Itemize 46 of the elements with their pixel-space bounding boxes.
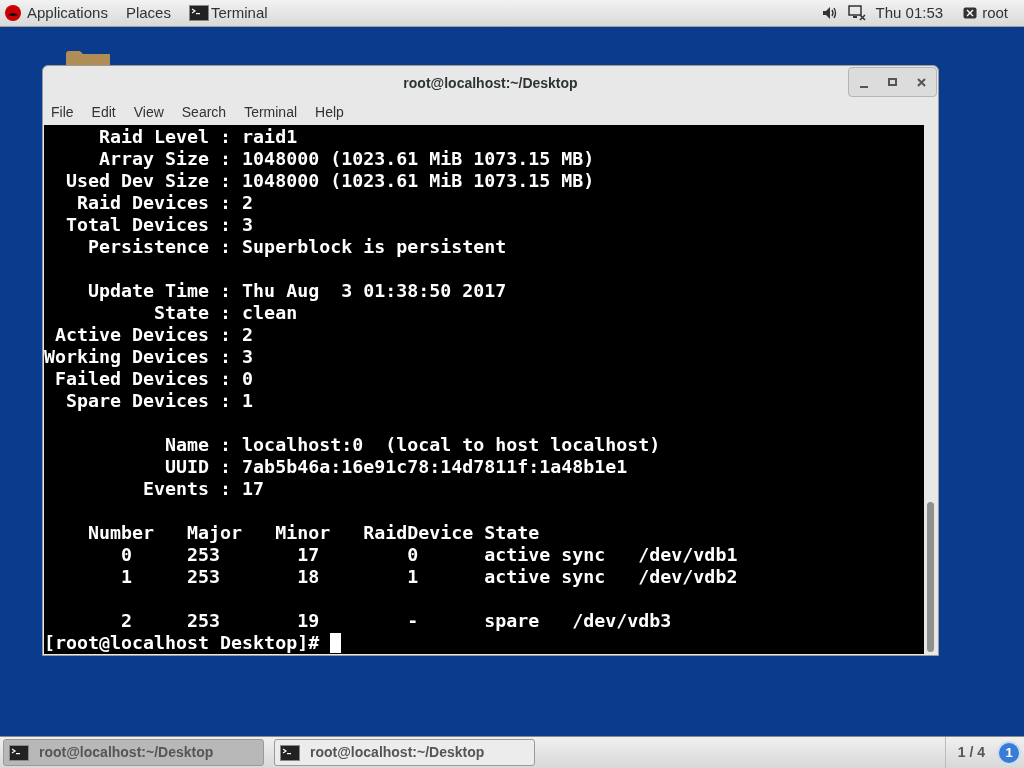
network-icon xyxy=(847,5,866,21)
folder-icon xyxy=(66,51,110,65)
user-icon xyxy=(963,7,978,19)
menu-item[interactable]: Help xyxy=(315,102,344,123)
menu-item[interactable]: Terminal xyxy=(244,102,298,123)
close-icon xyxy=(917,77,926,87)
terminal-line: Name : localhost:0 (local to host localhost) xyxy=(164,434,661,456)
terminal-icon xyxy=(9,744,29,761)
app-menu-button[interactable]: Terminal xyxy=(210,1,268,25)
clock[interactable]: Thu 01:53 xyxy=(875,1,944,25)
workspace-indicator: 1 / 4 xyxy=(944,737,997,768)
terminal-line: Raid Devices : 2 xyxy=(76,192,254,214)
menu-button[interactable]: Places xyxy=(125,1,171,25)
terminal-line: Failed Devices : 0 xyxy=(54,368,254,390)
window-title: root@localhost:~/Desktop xyxy=(403,73,578,93)
text-cursor xyxy=(330,633,342,653)
terminal-line: Update Time : Thu Aug 3 01:38:50 2017 xyxy=(87,280,507,302)
terminal-line: Array Size : 1048000 (1023.61 MiB 1073.15 MB) xyxy=(98,148,595,170)
shell-prompt: [root@localhost Desktop]# xyxy=(44,632,321,654)
menu-button[interactable]: Applications xyxy=(27,1,108,25)
terminal-line: Raid Level : raid1 xyxy=(98,126,298,148)
terminal-line: Events : 17 xyxy=(142,478,265,500)
menu-item[interactable]: Search xyxy=(181,102,227,123)
terminal-icon xyxy=(280,744,300,761)
menu-item[interactable]: View xyxy=(133,102,164,123)
terminal-line: State : clean xyxy=(153,302,298,324)
task-button[interactable]: root@localhost:~/Desktop xyxy=(274,739,535,766)
notification-badge[interactable]: 1 xyxy=(997,740,1021,765)
maximize-icon xyxy=(888,78,897,86)
minimize-icon xyxy=(859,86,868,88)
volume-icon xyxy=(821,6,838,20)
task-button[interactable]: root@localhost:~/Desktop xyxy=(3,739,264,766)
terminal-line: Persistence : Superblock is persistent xyxy=(87,236,507,258)
terminal-line: 0 253 17 0 active sync /dev/vdb1 xyxy=(120,544,738,566)
terminal-line: Spare Devices : 1 xyxy=(65,390,254,412)
terminal-line: Active Devices : 2 xyxy=(54,324,254,346)
terminal-line: Working Devices : 3 xyxy=(44,346,254,368)
terminal-line: Total Devices : 3 xyxy=(65,214,254,236)
terminal-line: Number Major Minor RaidDevice State xyxy=(87,522,540,544)
terminal-line: Used Dev Size : 1048000 (1023.61 MiB 1073.15 MB) xyxy=(65,170,595,192)
terminal-line: 1 253 18 1 active sync /dev/vdb2 xyxy=(120,566,738,588)
user-menu-button[interactable]: root xyxy=(982,1,1008,25)
menu-item[interactable]: Edit xyxy=(91,102,116,123)
terminal-line: UUID : 7ab5b46a:16e91c78:14d7811f:1a48b1e1 xyxy=(164,456,628,478)
menu-item[interactable]: File xyxy=(51,102,74,123)
terminal-line: 2 253 19 - spare /dev/vdb3 xyxy=(120,610,672,632)
